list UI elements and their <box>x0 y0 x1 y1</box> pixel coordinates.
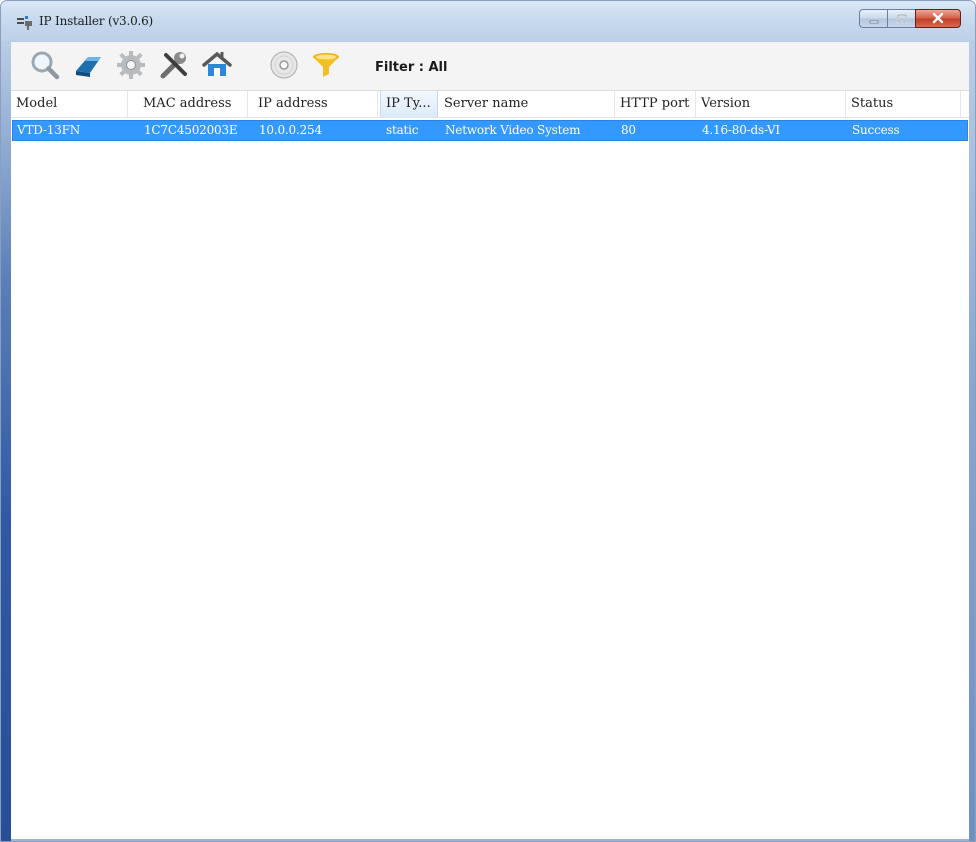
search-button[interactable] <box>28 50 62 84</box>
disc-button[interactable] <box>267 50 301 84</box>
maximize-button[interactable] <box>887 9 915 28</box>
window-frame-right <box>969 41 975 841</box>
minimize-button[interactable] <box>859 9 887 28</box>
network-app-icon <box>17 15 33 30</box>
eraser-icon <box>72 49 104 85</box>
cell-status: Success <box>852 123 900 137</box>
cell-http-port: 80 <box>621 123 636 137</box>
window-controls <box>859 9 961 29</box>
cell-version: 4.16-80-ds-VI <box>702 123 780 137</box>
tools-icon <box>158 49 190 85</box>
ip-installer-window: IP Installer (v3.0.6) Filter: All Model… <box>0 0 976 842</box>
funnel-filter-icon <box>310 49 342 85</box>
column-header-ip-type[interactable]: IP Ty... <box>380 91 438 117</box>
title-bar[interactable]: IP Installer (v3.0.6) <box>1 1 975 41</box>
gear-icon <box>115 49 147 85</box>
cell-server-name: Network Video System <box>445 123 581 137</box>
column-header-http-port[interactable]: HTTP port <box>615 91 696 117</box>
filter-status-label: Filter : All <box>375 60 448 75</box>
home-network-icon <box>200 49 234 85</box>
settings-button[interactable] <box>114 50 148 84</box>
maximize-icon <box>896 9 908 28</box>
cd-disc-icon <box>268 49 300 85</box>
cell-ip-address: 10.0.0.254 <box>259 123 322 137</box>
column-header-version[interactable]: Version <box>696 91 846 117</box>
window-frame-bottom <box>11 839 969 841</box>
toolbar: Filter : All <box>11 42 969 91</box>
column-header-mac-address[interactable]: MAC address <box>138 91 248 117</box>
cell-ip-type: static <box>386 123 419 137</box>
client-area: Filter : All Model MAC address IP addres… <box>11 42 969 841</box>
column-header-status[interactable]: Status <box>846 91 961 117</box>
clear-button[interactable] <box>71 50 105 84</box>
list-header: Model MAC address IP address IP Ty... Se… <box>11 91 969 118</box>
minimize-icon <box>868 9 880 28</box>
tools-button[interactable] <box>157 50 191 84</box>
window-frame-left <box>1 41 11 841</box>
close-button[interactable] <box>915 9 961 28</box>
table-row[interactable]: VTD-13FN 1C7C4502003E 10.0.0.254 static … <box>12 120 968 141</box>
close-icon <box>931 9 945 28</box>
window-title: IP Installer (v3.0.6) <box>39 14 154 28</box>
column-header-server-name[interactable]: Server name <box>439 91 615 117</box>
home-network-button[interactable] <box>200 50 234 84</box>
device-list[interactable]: Model MAC address IP address IP Ty... Se… <box>11 91 969 841</box>
filter-button[interactable] <box>309 50 343 84</box>
cell-mac-address: 1C7C4502003E <box>144 123 238 137</box>
column-header-ip-address[interactable]: IP address <box>253 91 378 117</box>
cell-model: VTD-13FN <box>17 123 81 137</box>
search-icon <box>29 49 61 85</box>
column-header-model[interactable]: Model <box>11 91 128 117</box>
